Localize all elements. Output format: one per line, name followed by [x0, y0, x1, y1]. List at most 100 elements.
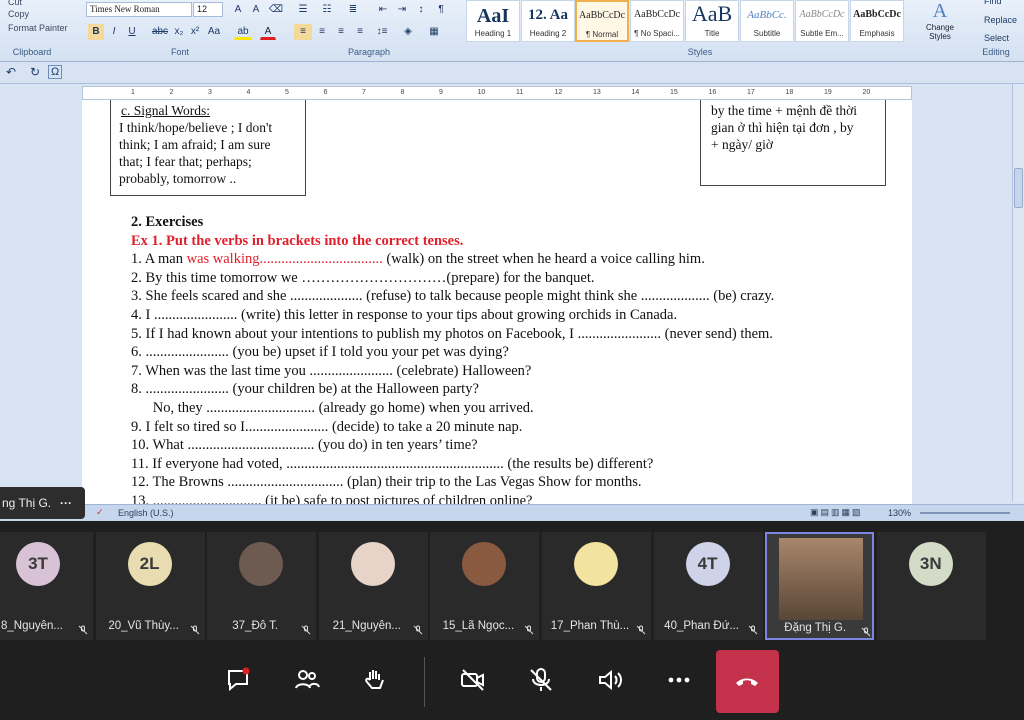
style-preview: AaBbCcDc [799, 9, 845, 20]
zoom-level[interactable]: 130% [888, 508, 911, 518]
raise-hand-icon [365, 670, 384, 689]
more-icon[interactable]: ··· [60, 487, 72, 519]
mic-button[interactable] [520, 659, 562, 701]
raise-hand-button[interactable] [354, 659, 396, 701]
participant-name: 20_Vũ Thùy... [108, 620, 179, 632]
participant-name: 17_Phan Thù... [550, 620, 630, 632]
italic-icon[interactable]: I [106, 24, 122, 40]
underline-icon[interactable]: U [124, 24, 140, 40]
leave-call-button[interactable] [716, 650, 779, 713]
borders-icon[interactable]: ▦ [424, 24, 444, 40]
bold-icon[interactable]: B [88, 24, 104, 40]
style-title[interactable]: AaB Title [685, 0, 739, 42]
spelling-icon[interactable]: Ω [48, 65, 63, 79]
exercise-item-4: 4. I ....................... (write) thi… [131, 306, 678, 323]
avatar [462, 542, 507, 586]
grow-font-icon[interactable]: A [229, 2, 247, 18]
font-size-select[interactable]: 12 [193, 2, 223, 17]
show-marks-icon[interactable]: ¶ [432, 2, 450, 18]
mic-off-icon [524, 622, 534, 635]
highlight-icon[interactable]: ab [234, 24, 252, 40]
format-painter-button[interactable]: Format Painter [2, 20, 82, 36]
align-right-icon[interactable]: ≡ [332, 24, 350, 40]
sort-icon[interactable]: ↕ [412, 2, 430, 18]
change-styles-button[interactable]: A Change Styles [922, 0, 958, 44]
scroll-thumb[interactable] [1014, 168, 1023, 208]
style-subtle-emphasis[interactable]: AaBbCcDc Subtle Em... [795, 0, 849, 42]
proofing-icon[interactable]: ✓ [96, 507, 104, 518]
avatar: 3T [16, 542, 60, 586]
more-button[interactable] [658, 659, 700, 701]
decrease-indent-icon[interactable]: ⇤ [374, 2, 392, 18]
chat-button[interactable] [217, 659, 259, 701]
item-text: 1. A man [131, 251, 187, 268]
speaker-button[interactable] [589, 659, 631, 701]
mic-off-icon [748, 622, 758, 635]
style-no-spacing[interactable]: AaBbCcDc ¶ No Spaci... [630, 0, 684, 42]
participant-tile[interactable]: Đặng Thị G. [765, 532, 875, 640]
numbering-icon[interactable]: ☷ [318, 2, 336, 18]
style-subtitle[interactable]: AaBbCc. Subtitle [740, 0, 794, 42]
increase-indent-icon[interactable]: ⇥ [393, 2, 411, 18]
participant-name: 37_Đỗ T. [232, 620, 279, 632]
participants-button[interactable] [286, 659, 328, 701]
participant-video [779, 538, 864, 620]
strikethrough-icon[interactable]: abc [150, 24, 170, 40]
clear-format-icon[interactable]: ⌫ [266, 2, 286, 18]
superscript-icon[interactable]: x² [188, 24, 202, 40]
signal-words-line: think; I am afraid; I am sure [119, 137, 271, 152]
align-left-icon[interactable]: ≡ [294, 24, 312, 40]
line-spacing-icon[interactable]: ↕≡ [372, 24, 392, 40]
redo-icon[interactable]: ↻ [30, 65, 40, 79]
justify-icon[interactable]: ≡ [351, 24, 369, 40]
select-button[interactable]: Select [966, 33, 1024, 48]
style-heading-1[interactable]: AaI Heading 1 [466, 0, 520, 42]
vertical-scrollbar[interactable] [1012, 84, 1024, 502]
ruler-tick: 11 [516, 89, 524, 96]
undo-icon[interactable]: ↶ [6, 65, 16, 79]
box-line: + ngày/ giờ [711, 137, 773, 152]
avatar: 2L [127, 542, 172, 586]
bullets-icon[interactable]: ☰ [294, 2, 312, 18]
find-button[interactable]: Find [966, 0, 1024, 11]
multilevel-list-icon[interactable]: ≣ [344, 2, 362, 18]
document-page[interactable]: c. Signal Words: I think/hope/believe ; … [82, 100, 912, 504]
zoom-slider[interactable] [920, 512, 1010, 514]
style-normal[interactable]: AaBbCcDc ¶ Normal [575, 0, 629, 42]
font-color-icon[interactable]: A [260, 24, 276, 40]
style-name: Emphasis [859, 29, 895, 38]
ruler-tick: 12 [554, 89, 563, 96]
exercise-item-10: 10. What ...............................… [131, 437, 478, 454]
clipboard-group-label: Clipboard [12, 47, 52, 57]
shading-icon[interactable]: ◈ [398, 24, 418, 40]
participant-tile[interactable]: 3T 8_Nguyễn... [0, 532, 93, 640]
participant-tile[interactable]: 15_Lã Ngọc... [430, 532, 540, 640]
ruler-tick: 10 [477, 89, 486, 96]
participant-tile[interactable]: 37_Đỗ T. [207, 532, 317, 640]
participant-tile[interactable]: 4T 40_Phan Đứ... [653, 532, 763, 640]
camera-button[interactable] [452, 659, 494, 701]
view-buttons[interactable]: ▣▤▥▦▧ [810, 507, 863, 518]
exercise-body: 2. Exercises Ex 1. Put the verbs in brac… [131, 213, 891, 504]
participant-tile[interactable]: 21_Nguyễn... [318, 532, 428, 640]
change-case-icon[interactable]: Aa [204, 24, 224, 40]
font-family-select[interactable]: Times New Roman [86, 2, 192, 17]
clipboard-group: Cut Copy Format Painter [2, 0, 82, 36]
ruler-tick: 13 [593, 89, 601, 96]
participant-tile[interactable]: 3N [876, 532, 986, 640]
style-name: Subtle Em... [800, 29, 844, 38]
align-center-icon[interactable]: ≡ [313, 24, 331, 40]
section-heading: 2. Exercises [131, 214, 204, 230]
replace-button[interactable]: Replace [966, 15, 1024, 31]
participant-name: 40_Phan Đứ... [664, 620, 740, 632]
style-emphasis[interactable]: AaBbCcDc Emphasis [850, 0, 904, 42]
language-indicator[interactable]: English (U.S.) [118, 508, 174, 518]
ruler-tick: 17 [747, 89, 755, 96]
style-heading-2[interactable]: 12. Aa Heading 2 [521, 0, 575, 42]
exercise-item-1: 1. A man was walking....................… [131, 250, 891, 269]
exercise-item-11: 11. If everyone had voted, .............… [131, 455, 654, 472]
participant-tile[interactable]: 17_Phan Thù... [542, 532, 651, 640]
participant-tile[interactable]: 2L 20_Vũ Thùy... [95, 532, 205, 640]
subscript-icon[interactable]: x₂ [172, 24, 186, 40]
shrink-font-icon[interactable]: A [247, 2, 265, 18]
